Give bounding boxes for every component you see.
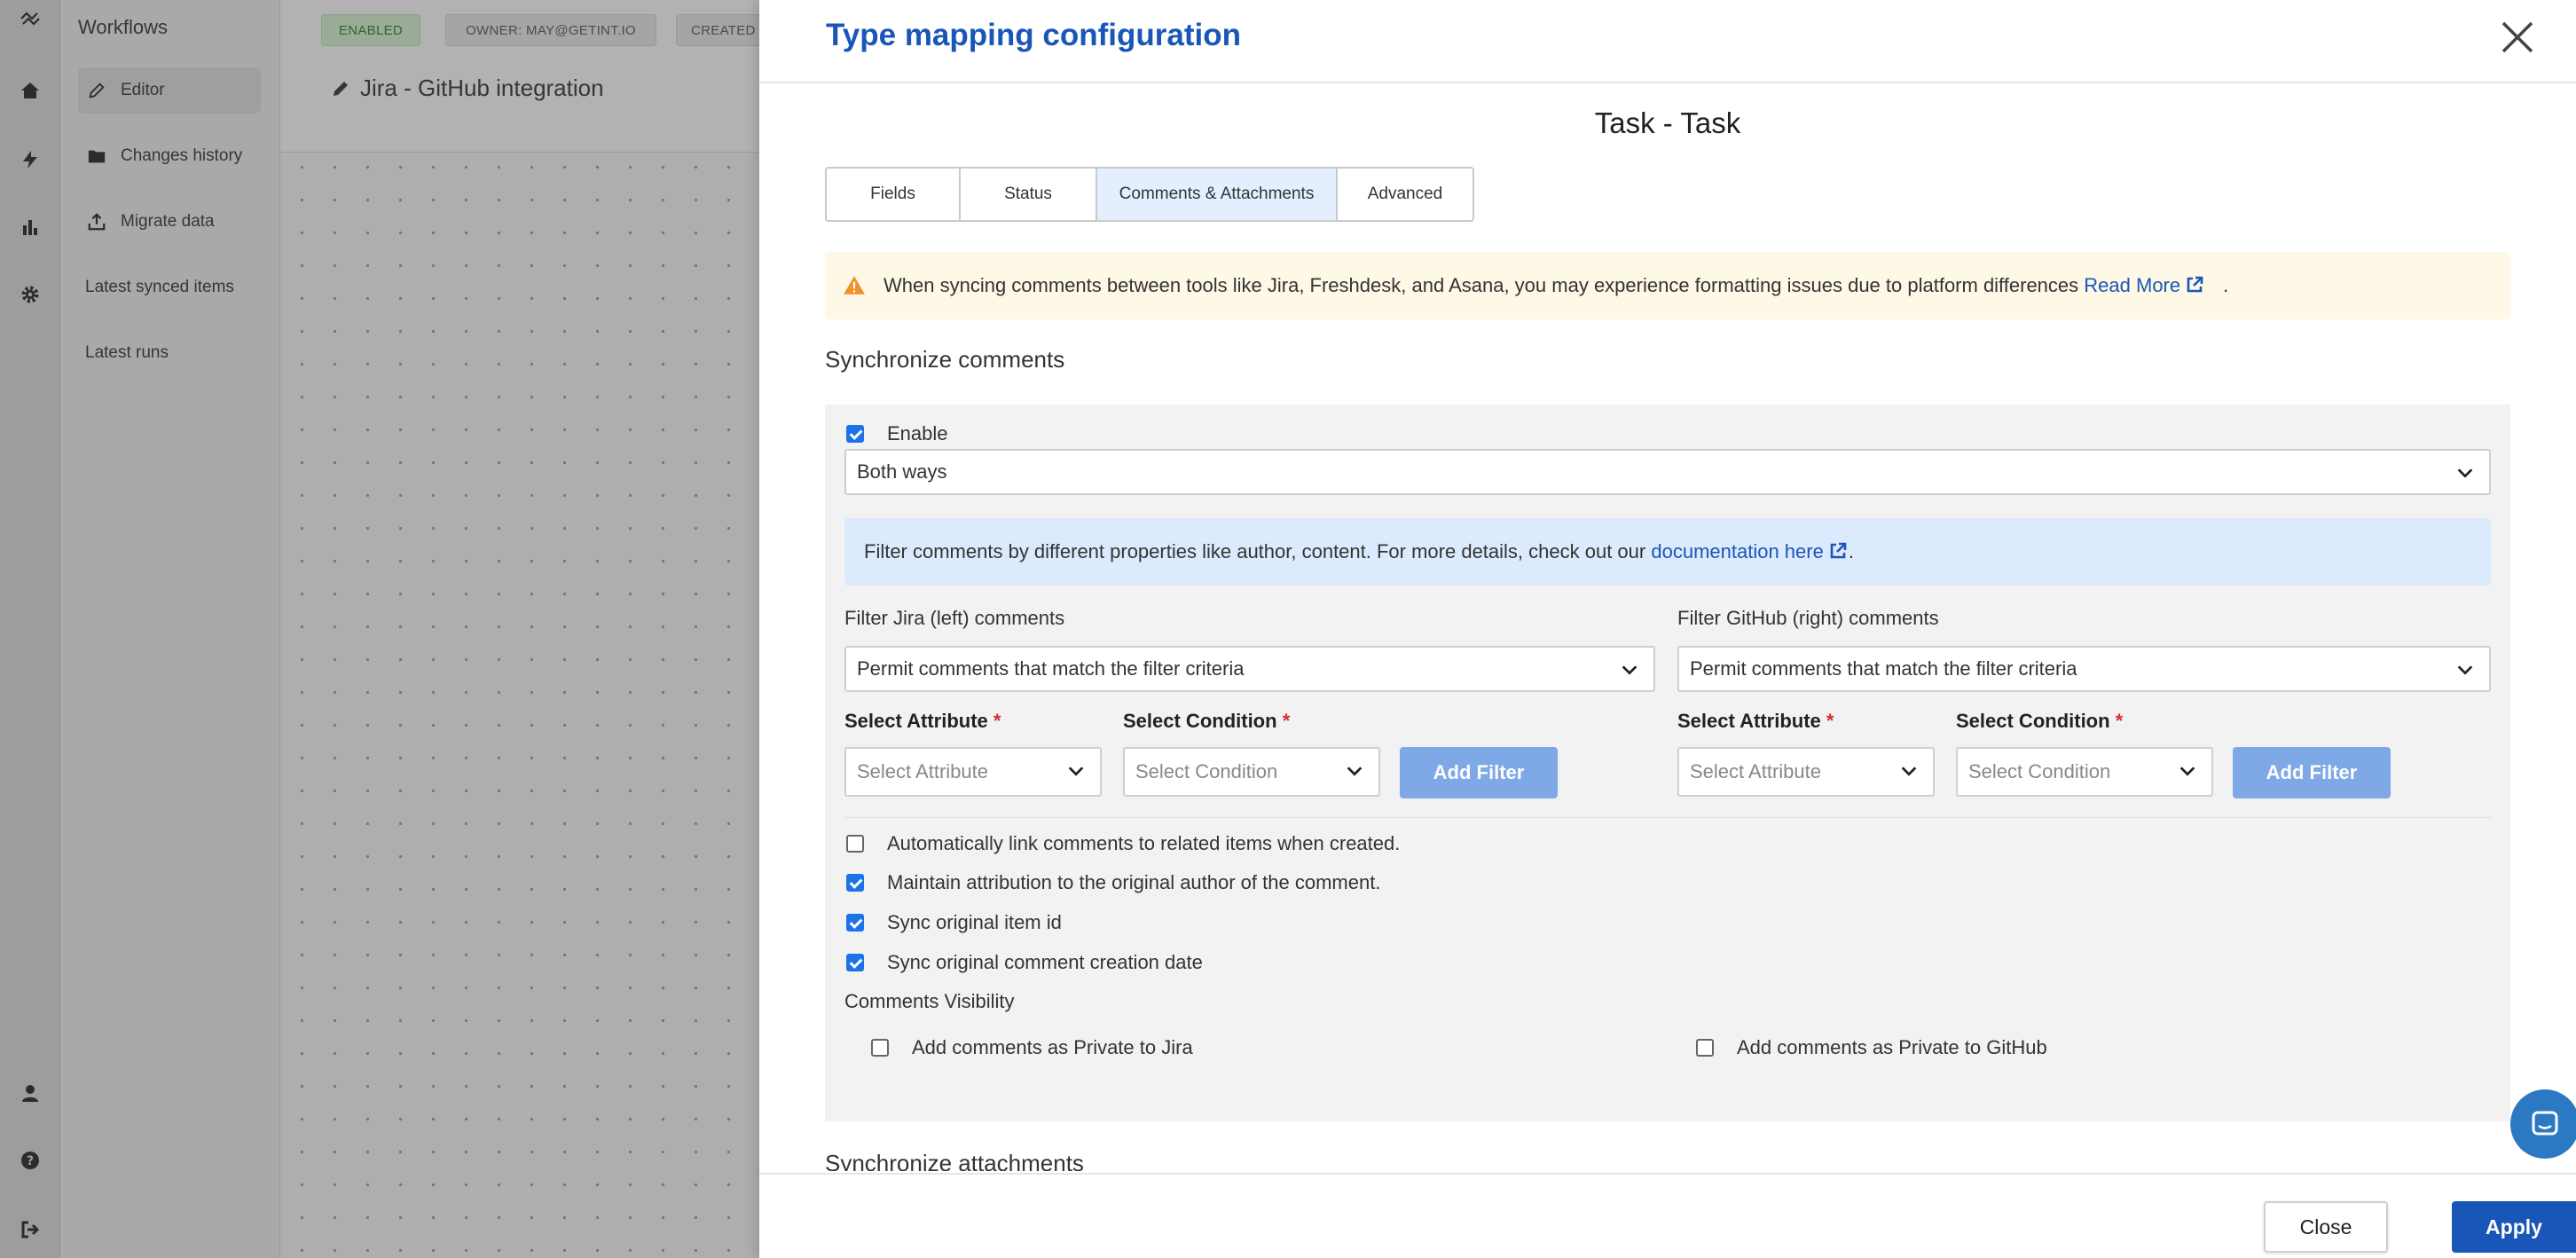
jira-attribute-label: Select Attribute * bbox=[844, 710, 1001, 733]
documentation-label: documentation here bbox=[1651, 540, 1824, 562]
filter-github-mode-value: Permit comments that match the filter cr… bbox=[1690, 657, 2077, 680]
tab-advanced[interactable]: Advanced bbox=[1338, 169, 1473, 220]
github-attribute-label: Select Attribute * bbox=[1677, 710, 1834, 733]
filter-jira-mode-value: Permit comments that match the filter cr… bbox=[857, 657, 1245, 680]
github-condition-select[interactable]: Select Condition bbox=[1956, 747, 2213, 797]
option-label: Maintain attribution to the original aut… bbox=[887, 871, 1381, 893]
jira-add-filter-button[interactable]: Add Filter bbox=[1400, 747, 1558, 798]
enable-label: Enable bbox=[887, 422, 948, 444]
close-icon[interactable] bbox=[2496, 16, 2539, 59]
chat-widget-button[interactable] bbox=[2510, 1089, 2576, 1159]
github-add-filter-button[interactable]: Add Filter bbox=[2233, 747, 2391, 798]
private-jira-row[interactable]: Add comments as Private to Jira bbox=[871, 1036, 1193, 1059]
chevron-down-icon bbox=[1347, 767, 1363, 776]
warning-suffix: . bbox=[2223, 274, 2229, 296]
sync-comments-title: Synchronize comments bbox=[825, 346, 1065, 373]
filter-github-label: Filter GitHub (right) comments bbox=[1677, 607, 1939, 629]
warning-text: When syncing comments between tools like… bbox=[884, 274, 2079, 296]
filter-github-mode-select[interactable]: Permit comments that match the filter cr… bbox=[1677, 646, 2491, 692]
jira-attribute-select[interactable]: Select Attribute bbox=[844, 747, 1102, 797]
apply-button[interactable]: Apply bbox=[2452, 1201, 2576, 1253]
jira-attribute-label-text: Select Attribute bbox=[844, 710, 988, 732]
comments-visibility-label: Comments Visibility bbox=[844, 990, 1015, 1012]
private-jira-label: Add comments as Private to Jira bbox=[912, 1036, 1193, 1058]
chevron-down-icon bbox=[1068, 767, 1084, 776]
filter-jira-mode-select[interactable]: Permit comments that match the filter cr… bbox=[844, 646, 1655, 692]
option-label: Sync original item id bbox=[887, 911, 1062, 933]
option-row[interactable]: Sync original comment creation date bbox=[846, 951, 1203, 974]
external-link-icon bbox=[2187, 276, 2203, 293]
panel-title: Type mapping configuration bbox=[826, 18, 1241, 52]
option-row[interactable]: Sync original item id bbox=[846, 911, 1062, 934]
chevron-down-icon bbox=[2179, 767, 2195, 776]
private-jira-checkbox[interactable] bbox=[871, 1039, 889, 1057]
sync-item-id-checkbox[interactable] bbox=[846, 914, 864, 932]
github-condition-label: Select Condition * bbox=[1956, 710, 2123, 733]
panel-content[interactable]: Task - Task Fields Status Comments & Att… bbox=[759, 85, 2576, 1171]
github-attribute-placeholder: Select Attribute bbox=[1690, 760, 1821, 782]
filter-jira-label: Filter Jira (left) comments bbox=[844, 607, 1065, 629]
sync-direction-select[interactable]: Both ways bbox=[844, 449, 2491, 495]
chat-icon bbox=[2532, 1111, 2558, 1136]
jira-attribute-placeholder: Select Attribute bbox=[857, 760, 988, 782]
sync-creation-date-checkbox[interactable] bbox=[846, 954, 864, 971]
warning-icon bbox=[844, 276, 865, 295]
read-more-label: Read More bbox=[2084, 274, 2181, 296]
github-attribute-label-text: Select Attribute bbox=[1677, 710, 1821, 732]
panel-footer: Close Apply bbox=[759, 1173, 2576, 1258]
filter-info-text: Filter comments by different properties … bbox=[864, 540, 1646, 562]
github-condition-label-text: Select Condition bbox=[1956, 710, 2110, 732]
enable-checkbox[interactable] bbox=[846, 425, 864, 443]
jira-condition-label: Select Condition * bbox=[1123, 710, 1290, 733]
jira-condition-label-text: Select Condition bbox=[1123, 710, 1277, 732]
formatting-warning: When syncing comments between tools like… bbox=[825, 252, 2510, 319]
required-mark: * bbox=[1282, 710, 1291, 732]
sync-comments-box: Enable Both ways Filter comments by diff… bbox=[825, 405, 2510, 1121]
jira-condition-placeholder: Select Condition bbox=[1135, 760, 1278, 782]
type-pair-title: Task - Task bbox=[1594, 106, 1741, 139]
private-github-label: Add comments as Private to GitHub bbox=[1737, 1036, 2047, 1058]
type-mapping-panel: Type mapping configuration Task - Task F… bbox=[759, 0, 2576, 1258]
read-more-link[interactable]: Read More bbox=[2084, 274, 2223, 297]
attribution-checkbox[interactable] bbox=[846, 874, 864, 892]
sync-direction-value: Both ways bbox=[857, 460, 947, 483]
modal-backdrop[interactable] bbox=[0, 0, 759, 1258]
chevron-down-icon bbox=[2457, 665, 2473, 675]
sync-attachments-title: Synchronize attachments bbox=[825, 1150, 1084, 1171]
github-attribute-select[interactable]: Select Attribute bbox=[1677, 747, 1935, 797]
jira-condition-select[interactable]: Select Condition bbox=[1123, 747, 1380, 797]
private-github-row[interactable]: Add comments as Private to GitHub bbox=[1696, 1036, 2047, 1059]
tab-status[interactable]: Status bbox=[961, 169, 1097, 220]
required-mark: * bbox=[993, 710, 1001, 732]
option-label: Sync original comment creation date bbox=[887, 951, 1203, 973]
tab-bar: Fields Status Comments & Attachments Adv… bbox=[825, 167, 1474, 222]
chevron-down-icon bbox=[1901, 767, 1917, 776]
chevron-down-icon bbox=[1622, 665, 1637, 675]
close-button[interactable]: Close bbox=[2264, 1201, 2388, 1253]
tab-fields[interactable]: Fields bbox=[827, 169, 961, 220]
tab-comments-attachments[interactable]: Comments & Attachments bbox=[1097, 169, 1338, 220]
required-mark: * bbox=[1826, 710, 1834, 732]
filter-info-suffix: . bbox=[1848, 540, 1854, 562]
external-link-icon bbox=[1830, 542, 1847, 559]
filter-info-banner: Filter comments by different properties … bbox=[844, 518, 2491, 586]
private-github-checkbox[interactable] bbox=[1696, 1039, 1714, 1057]
auto-link-checkbox[interactable] bbox=[846, 835, 864, 853]
github-condition-placeholder: Select Condition bbox=[1968, 760, 2111, 782]
panel-header: Type mapping configuration bbox=[759, 0, 2576, 83]
required-mark: * bbox=[2115, 710, 2124, 732]
documentation-link[interactable]: documentation here bbox=[1651, 540, 1848, 563]
option-label: Automatically link comments to related i… bbox=[887, 832, 1401, 854]
divider bbox=[844, 817, 2491, 818]
option-row[interactable]: Maintain attribution to the original aut… bbox=[846, 871, 1380, 894]
option-row[interactable]: Automatically link comments to related i… bbox=[846, 832, 1400, 855]
chevron-down-icon bbox=[2457, 468, 2473, 478]
enable-checkbox-row[interactable]: Enable bbox=[846, 422, 948, 445]
